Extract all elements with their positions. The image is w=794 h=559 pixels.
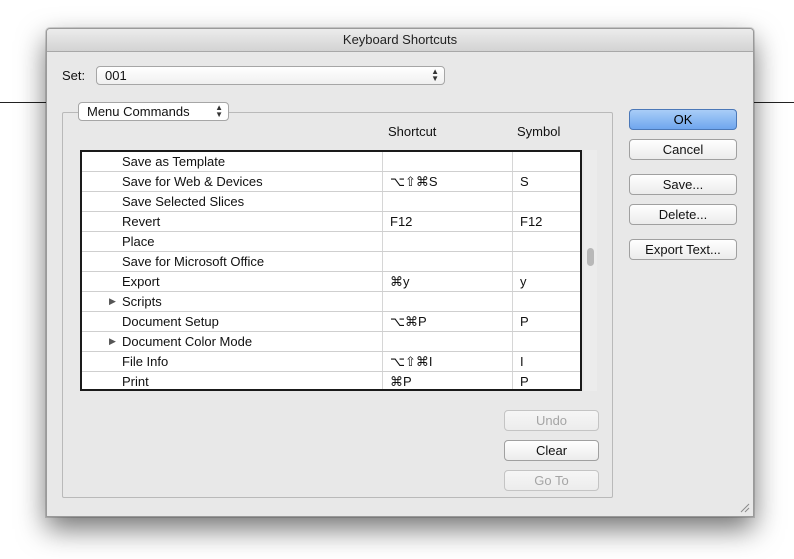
go-to-button[interactable]: Go To [504,470,599,491]
column-divider [512,212,513,231]
list-row[interactable]: File Info ⌥⇧⌘I I [82,352,580,372]
command-name: Save as Template [122,154,226,169]
shortcuts-list[interactable]: Save as Template Save for Web & Devices ⌥⇧… [80,150,582,391]
shortcut-value[interactable]: ⌥⌘P [390,312,427,331]
column-header-shortcut: Shortcut [388,124,437,139]
list-row[interactable]: Save for Microsoft Office [82,252,580,272]
command-name: Place [122,234,155,249]
list-row[interactable]: Save for Web & Devices ⌥⇧⌘S S [82,172,580,192]
command-name: File Info [122,354,169,369]
undo-button[interactable]: Undo [504,410,599,431]
ok-button[interactable]: OK [629,109,737,130]
resize-grip-icon[interactable] [740,503,750,513]
symbol-value[interactable]: P [520,372,529,389]
shortcut-value[interactable]: ⌘y [390,272,410,291]
column-divider [512,352,513,371]
column-divider [382,252,383,271]
column-divider [382,272,383,291]
list-row[interactable]: Revert F12 F12 [82,212,580,232]
column-divider [382,192,383,211]
command-name: Document Setup [122,314,219,329]
symbol-value[interactable]: F12 [520,212,542,231]
column-divider [512,292,513,311]
column-divider [382,352,383,371]
cancel-button[interactable]: Cancel [629,139,737,160]
column-divider [382,332,383,351]
column-header-symbol: Symbol [517,124,561,139]
command-name: Scripts [122,294,162,309]
background-line-right [752,102,794,103]
column-divider [512,152,513,171]
up-down-arrows-icon: ▲ ▼ [431,67,439,83]
list-row[interactable]: ▶ Scripts [82,292,580,312]
symbol-value[interactable]: I [520,352,524,371]
column-divider [512,312,513,331]
column-divider [512,172,513,191]
symbol-value[interactable]: y [520,272,527,291]
column-divider [382,312,383,331]
command-name: Export [122,274,160,289]
column-divider [382,152,383,171]
column-divider [512,372,513,389]
column-divider [382,232,383,251]
column-divider [382,212,383,231]
clear-button[interactable]: Clear [504,440,599,461]
list-row[interactable]: Save as Template [82,152,580,172]
command-name: Save Selected Slices [122,194,245,209]
shortcut-value[interactable]: ⌥⇧⌘I [390,352,433,371]
list-row[interactable]: ▶ Document Color Mode [82,332,580,352]
category-select[interactable]: Menu Commands ▲ ▼ [78,102,229,121]
disclosure-triangle-icon[interactable]: ▶ [109,332,116,351]
column-divider [512,252,513,271]
symbol-value[interactable]: S [520,172,529,191]
category-value: Menu Commands [87,104,190,119]
list-row[interactable]: Document Setup ⌥⌘P P [82,312,580,332]
set-value: 001 [105,68,127,83]
symbol-value[interactable]: P [520,312,529,331]
shortcut-value[interactable]: ⌘P [390,372,412,389]
keyboard-shortcuts-dialog: Keyboard Shortcuts Set: 001 ▲ ▼ Menu Comm… [46,28,754,517]
shortcut-value[interactable]: ⌥⇧⌘S [390,172,438,191]
list-row[interactable]: Print ⌘P P [82,372,580,389]
list-scrollbar[interactable] [584,150,597,391]
scrollbar-thumb[interactable] [587,248,594,266]
column-divider [382,172,383,191]
command-name: Document Color Mode [122,334,253,349]
list-row[interactable]: Export ⌘y y [82,272,580,292]
column-divider [512,232,513,251]
column-divider [512,332,513,351]
column-divider [512,272,513,291]
command-name: Save for Microsoft Office [122,254,265,269]
list-row[interactable]: Place [82,232,580,252]
save-button[interactable]: Save... [629,174,737,195]
set-select[interactable]: 001 ▲ ▼ [96,66,445,85]
column-divider [382,292,383,311]
command-name: Print [122,374,149,389]
export-text-button[interactable]: Export Text... [629,239,737,260]
column-divider [382,372,383,389]
list-row[interactable]: Save Selected Slices [82,192,580,212]
window-title: Keyboard Shortcuts [47,29,753,52]
column-divider [512,192,513,211]
set-label: Set: [62,68,86,83]
shortcut-value[interactable]: F12 [390,212,412,231]
disclosure-triangle-icon[interactable]: ▶ [109,292,116,311]
background-line-left [0,102,47,103]
command-name: Revert [122,214,161,229]
delete-button[interactable]: Delete... [629,204,737,225]
command-name: Save for Web & Devices [122,174,263,189]
up-down-arrows-icon: ▲ ▼ [215,103,223,119]
